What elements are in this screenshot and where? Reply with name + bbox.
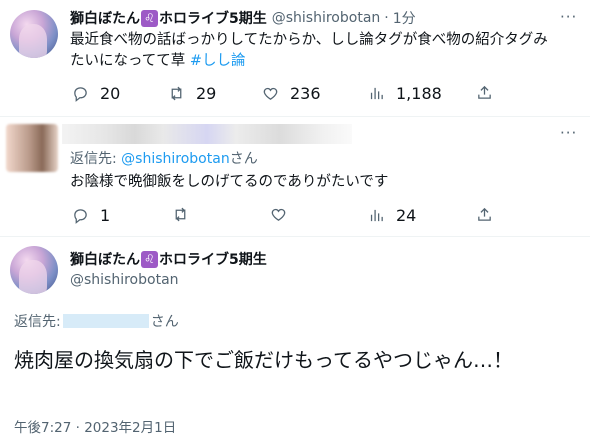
reply-to-label: 返信先: さん <box>14 311 179 331</box>
like-icon <box>271 208 286 221</box>
share-button[interactable] <box>476 206 493 223</box>
retweet-button[interactable]: 29 <box>168 84 216 103</box>
views-button[interactable]: 24 <box>368 206 416 225</box>
more-icon[interactable]: ··· <box>560 8 577 26</box>
more-icon[interactable]: ··· <box>560 124 577 142</box>
share-icon <box>478 207 491 221</box>
views-icon <box>370 209 383 222</box>
separator-dot: · <box>384 10 389 26</box>
reply-icon <box>74 209 87 224</box>
author-handle[interactable]: @shishirobotan <box>272 10 381 26</box>
leo-badge-icon: ♌ <box>141 250 158 268</box>
tweet-text-line: たいになってて草 #しし論 <box>70 51 580 72</box>
hashtag-link[interactable]: #しし論 <box>190 53 246 69</box>
reply-to-suffix: さん <box>150 314 179 330</box>
tweet-text-fragment: たいになってて草 <box>70 53 190 69</box>
author-name[interactable]: 獅白ぼたん <box>70 249 140 269</box>
tweet-text: お陰様で晩御飯をしのげてるのでありがたいです <box>70 174 389 190</box>
divider <box>0 116 590 117</box>
retweet-icon <box>175 207 186 222</box>
reply-to-handle-redacted[interactable] <box>62 314 149 328</box>
leo-badge-icon: ♌ <box>141 9 158 27</box>
reply-to-prefix: 返信先: <box>14 314 61 330</box>
like-button[interactable] <box>270 206 287 223</box>
share-button[interactable] <box>476 84 493 101</box>
views-button[interactable]: 1,188 <box>368 84 442 103</box>
blurred-avatar <box>6 124 58 172</box>
like-button[interactable]: 236 <box>262 84 321 103</box>
share-icon <box>478 85 491 99</box>
reply-icon <box>74 87 87 102</box>
views-icon <box>370 87 383 100</box>
author-name-suffix[interactable]: ホロライブ5期生 <box>159 8 267 28</box>
author-name[interactable]: 獅白ぼたん <box>70 8 140 28</box>
avatar[interactable] <box>10 246 58 294</box>
author-name-suffix[interactable]: ホロライブ5期生 <box>159 249 267 269</box>
reply-button[interactable]: 20 <box>72 84 120 103</box>
view-count: 1,188 <box>396 84 442 103</box>
blurred-author-name <box>62 124 352 144</box>
tweet-timestamp[interactable]: 午後7:27 · 2023年2月1日 <box>14 416 176 436</box>
author-handle[interactable]: @shishirobotan <box>70 272 179 288</box>
like-count: 236 <box>290 84 321 103</box>
reply-to-suffix: さん <box>229 151 258 167</box>
reply-button[interactable]: 1 <box>72 206 110 225</box>
like-icon <box>263 87 278 100</box>
view-count: 24 <box>396 206 417 225</box>
tweet-text: 焼肉屋の換気扇の下でご飯だけもってるやつじゃん…！ <box>14 348 513 372</box>
reply-to-handle[interactable]: @shishirobotan <box>121 151 230 167</box>
tweet-text: 最近食べ物の話ばっかりしてたからか、しし論タグが食べ物の紹介タグみ たいになって… <box>70 30 580 72</box>
retweet-button[interactable] <box>172 206 189 223</box>
reply-to-prefix: 返信先: <box>70 151 122 167</box>
reply-count: 20 <box>100 84 121 103</box>
tweet-time[interactable]: 1分 <box>393 8 416 28</box>
retweet-count: 29 <box>196 84 217 103</box>
reply-count: 1 <box>100 206 111 225</box>
retweet-icon <box>171 86 182 101</box>
divider <box>0 236 590 237</box>
tweet-header: 獅白ぼたん ♌ ホロライブ5期生 <box>70 249 267 269</box>
reply-to-label: 返信先: @shishirobotanさん <box>70 148 258 168</box>
tweet-text-line: 最近食べ物の話ばっかりしてたからか、しし論タグが食べ物の紹介タグみ <box>70 32 548 48</box>
tweet-header: 獅白ぼたん ♌ ホロライブ5期生 @shishirobotan · 1分 <box>70 8 416 28</box>
avatar[interactable] <box>10 10 58 58</box>
